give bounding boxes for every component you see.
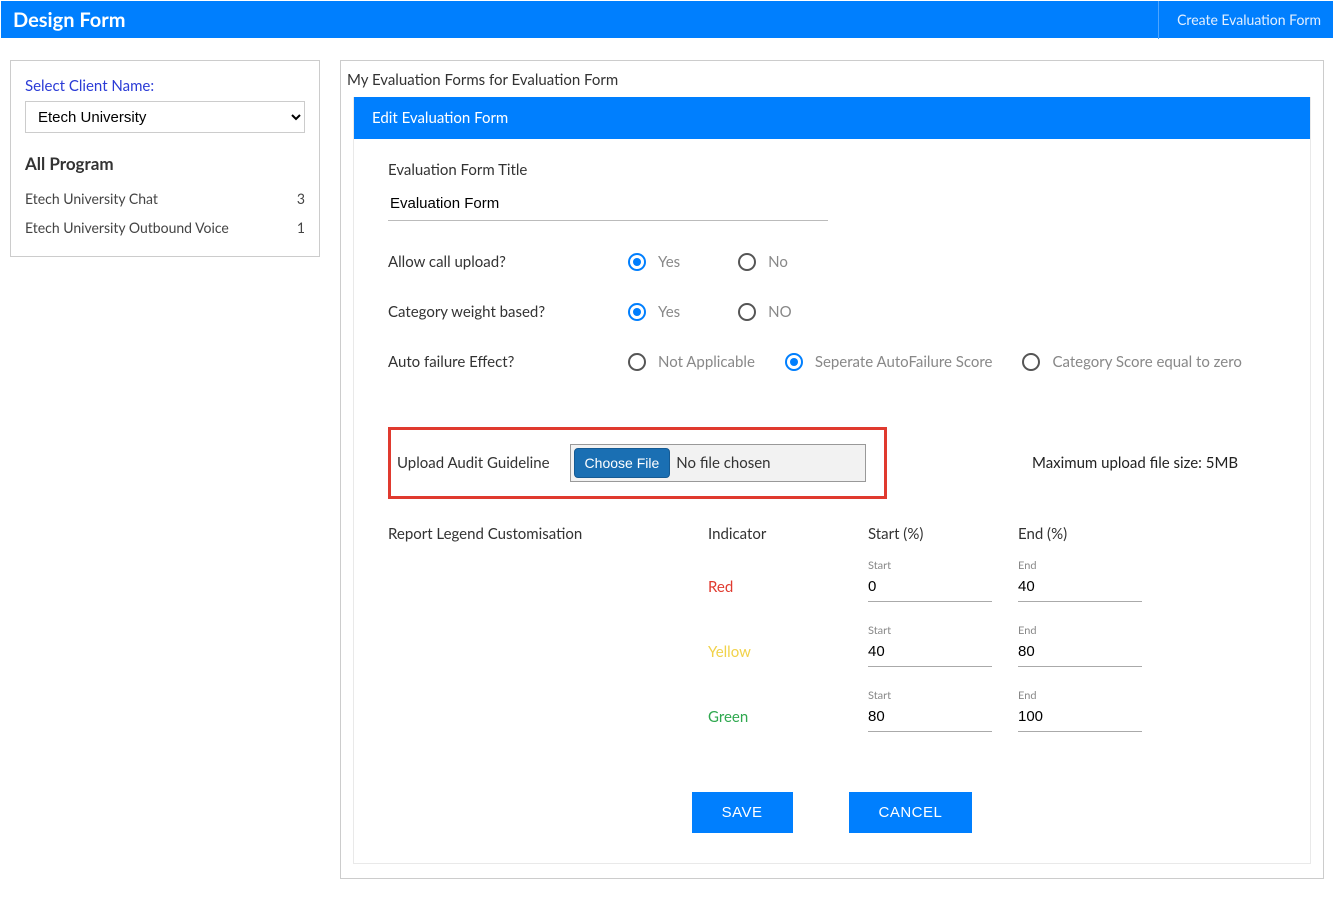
radio-icon (628, 353, 646, 371)
radio-label: No (768, 253, 788, 271)
all-program-heading: All Program (25, 153, 305, 174)
radio-icon (738, 303, 756, 321)
forms-list-title: My Evaluation Forms for Evaluation Form (347, 67, 1317, 97)
weight-based-label: Category weight based? (388, 303, 628, 321)
radio-icon (628, 253, 646, 271)
auto-failure-zero[interactable]: Category Score equal to zero (1022, 353, 1241, 371)
file-input-wrapper[interactable]: Choose File No file chosen (570, 444, 866, 482)
legend-yellow-start-input[interactable] (868, 637, 992, 667)
end-sublabel: End (1018, 689, 1148, 702)
radio-label: Seperate AutoFailure Score (815, 353, 993, 371)
form-title-label: Evaluation Form Title (388, 161, 1276, 179)
legend-indicator-red: Red (708, 578, 868, 602)
radio-label: Yes (658, 253, 680, 271)
radio-label: NO (768, 303, 791, 321)
weight-based-yes[interactable]: Yes (628, 303, 680, 321)
form-title-input[interactable] (388, 187, 828, 221)
save-button[interactable]: SAVE (692, 792, 793, 833)
max-upload-size: Maximum upload file size: 5MB (992, 454, 1276, 472)
radio-icon (628, 303, 646, 321)
cancel-button[interactable]: CANCEL (849, 792, 973, 833)
radio-label: Yes (658, 303, 680, 321)
main-panel: My Evaluation Forms for Evaluation Form … (340, 60, 1324, 879)
edit-form-card: Edit Evaluation Form Evaluation Form Tit… (353, 97, 1311, 864)
legend-red-start-input[interactable] (868, 572, 992, 602)
end-sublabel: End (1018, 624, 1148, 637)
upload-highlight-box: Upload Audit Guideline Choose File No fi… (388, 427, 887, 499)
legend-yellow-end-input[interactable] (1018, 637, 1142, 667)
allow-upload-no[interactable]: No (738, 253, 788, 271)
start-sublabel: Start (868, 624, 998, 637)
weight-based-no[interactable]: NO (738, 303, 791, 321)
legend-indicator-yellow: Yellow (708, 643, 868, 667)
legend-indicator-green: Green (708, 708, 868, 732)
auto-failure-label: Auto failure Effect? (388, 353, 628, 371)
allow-upload-label: Allow call upload? (388, 253, 628, 271)
end-sublabel: End (1018, 559, 1148, 572)
legend-green-end-input[interactable] (1018, 702, 1142, 732)
program-row[interactable]: Etech University Outbound Voice 1 (25, 213, 305, 242)
radio-label: Category Score equal to zero (1052, 353, 1241, 371)
legend-start-header: Start (%) (868, 525, 1018, 549)
client-select[interactable]: Etech University (25, 101, 305, 133)
choose-file-button[interactable]: Choose File (574, 448, 671, 478)
auto-failure-separate[interactable]: Seperate AutoFailure Score (785, 353, 993, 371)
radio-icon (738, 253, 756, 271)
radio-label: Not Applicable (658, 353, 755, 371)
auto-failure-na[interactable]: Not Applicable (628, 353, 755, 371)
program-name: Etech University Outbound Voice (25, 219, 229, 236)
file-chosen-status: No file chosen (676, 454, 770, 472)
radio-icon (1022, 353, 1040, 371)
top-bar: Design Form Create Evaluation Form (0, 0, 1334, 38)
upload-guideline-label: Upload Audit Guideline (397, 454, 550, 472)
start-sublabel: Start (868, 689, 998, 702)
legend-title: Report Legend Customisation (388, 525, 708, 549)
legend-red-end-input[interactable] (1018, 572, 1142, 602)
program-count: 1 (281, 219, 305, 236)
sidebar: Select Client Name: Etech University All… (10, 60, 320, 257)
radio-icon (785, 353, 803, 371)
create-evaluation-link[interactable]: Create Evaluation Form (1158, 1, 1321, 39)
program-name: Etech University Chat (25, 190, 158, 207)
legend-end-header: End (%) (1018, 525, 1168, 549)
page-title: Design Form (13, 8, 125, 32)
allow-upload-yes[interactable]: Yes (628, 253, 680, 271)
legend-green-start-input[interactable] (868, 702, 992, 732)
program-count: 3 (281, 190, 305, 207)
legend-indicator-header: Indicator (708, 525, 868, 549)
form-section-header: Edit Evaluation Form (354, 97, 1310, 139)
client-select-label: Select Client Name: (25, 77, 305, 95)
start-sublabel: Start (868, 559, 998, 572)
program-row[interactable]: Etech University Chat 3 (25, 184, 305, 213)
